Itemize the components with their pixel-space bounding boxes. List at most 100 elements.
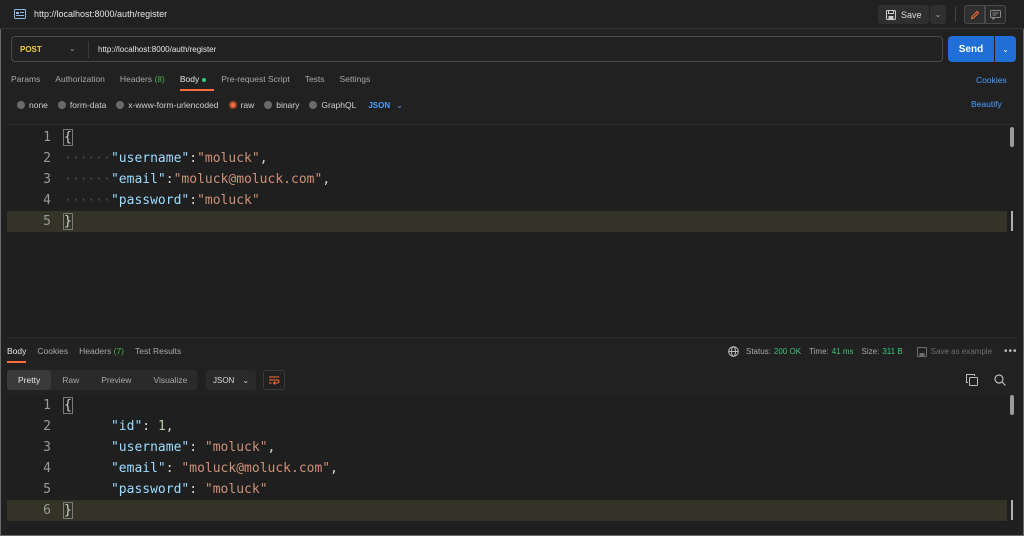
view-visualize[interactable]: Visualize	[142, 370, 198, 390]
brace-close: }	[63, 502, 73, 519]
tab-pre-request-script[interactable]: Pre-request Script	[221, 74, 290, 90]
time-value[interactable]: 41 ms	[832, 347, 854, 356]
comments-button[interactable]	[985, 5, 1006, 24]
url-input[interactable]: http://localhost:8000/auth/register	[98, 45, 216, 54]
size-value[interactable]: 311 B	[882, 347, 902, 356]
code-line: 5 "password": "moluck"	[7, 479, 1007, 500]
body-type-label: raw	[240, 100, 255, 110]
tab-body-label: Body	[179, 74, 200, 84]
json-value: "moluck"	[204, 482, 268, 497]
chevron-down-icon[interactable]: ⌄	[69, 44, 76, 53]
radio-icon	[264, 101, 273, 109]
code-line: 2 "id": 1,	[7, 416, 1007, 437]
json-value: "moluck"	[204, 440, 268, 455]
body-type-raw[interactable]: raw	[228, 100, 255, 110]
code-text: "password": "moluck"	[64, 479, 268, 500]
json-key: "id"	[110, 419, 143, 434]
response-tab-headers[interactable]: Headers (7)	[79, 346, 124, 362]
json-sep: :	[189, 151, 198, 166]
body-type-none[interactable]: none	[17, 100, 48, 110]
line-number: 2	[43, 419, 51, 434]
json-sep: :	[189, 193, 198, 208]
line-number: 6	[43, 503, 51, 518]
save-icon	[886, 9, 896, 20]
body-format-select[interactable]: JSON	[368, 101, 390, 110]
wrap-icon	[269, 376, 280, 385]
save-example-icon	[916, 346, 927, 357]
status-value[interactable]: 200 OK	[774, 347, 801, 356]
body-type-label: form-data	[69, 100, 107, 110]
line-number: 5	[43, 214, 51, 229]
tab-tests[interactable]: Tests	[305, 74, 325, 90]
comment-icon	[990, 9, 1001, 20]
tab-authorization[interactable]: Authorization	[55, 74, 105, 90]
cookies-link[interactable]: Cookies	[976, 75, 1007, 85]
request-tabs: Params Authorization Headers (8) Body Pr…	[11, 74, 385, 91]
search-icon[interactable]	[994, 374, 1006, 386]
beautify-link[interactable]: Beautify	[971, 99, 1002, 109]
code-line: 3 "username": "moluck",	[7, 437, 1007, 458]
json-key: "username"	[110, 440, 190, 455]
wrap-lines-button[interactable]	[263, 370, 285, 390]
viewer-scrollbar[interactable]	[1010, 395, 1014, 415]
tab-body[interactable]: Body	[179, 74, 215, 91]
response-tab-cookies[interactable]: Cookies	[37, 346, 68, 362]
response-tab-test-results[interactable]: Test Results	[135, 346, 181, 362]
response-body-viewer[interactable]: 1 { 2 "id": 1, 3 "username": "moluck", 4…	[7, 395, 1017, 533]
json-value: 1	[157, 419, 166, 434]
line-number: 3	[43, 440, 51, 455]
chevron-down-icon: ⌄	[934, 10, 942, 19]
line-number: 2	[43, 151, 51, 166]
body-type-graphql[interactable]: GraphQL	[309, 100, 356, 110]
method-select[interactable]: POST	[20, 45, 42, 54]
request-body-editor[interactable]: 1 { 2 ······"username":"moluck", 3 ·····…	[7, 124, 1017, 338]
response-format-select[interactable]: JSON ⌄	[206, 370, 256, 390]
viewer-cursor-marker	[1011, 500, 1013, 520]
json-sep: :	[165, 461, 182, 476]
code-text: {	[63, 127, 73, 148]
edit-button[interactable]	[964, 5, 985, 24]
code-text: }	[63, 500, 73, 521]
size-label: Size:	[861, 347, 880, 356]
body-type-urlencoded[interactable]: x-www-form-urlencoded	[116, 100, 219, 110]
url-divider	[88, 41, 89, 58]
response-tab-body[interactable]: Body	[7, 346, 27, 363]
code-text: "email": "moluck@moluck.com",	[64, 458, 338, 479]
tab-params[interactable]: Params	[11, 74, 40, 90]
response-format-label: JSON	[213, 375, 235, 385]
line-number: 4	[43, 461, 51, 476]
json-key: "password"	[110, 482, 190, 497]
code-text: {	[63, 395, 73, 416]
code-text: ······"password":"moluck"	[64, 190, 260, 211]
save-button[interactable]: Save	[878, 5, 929, 24]
whitespace-dots: ······	[64, 193, 111, 208]
chevron-down-icon[interactable]: ⌄	[396, 101, 403, 110]
code-line: 4 "email": "moluck@moluck.com",	[7, 458, 1007, 479]
tab-settings[interactable]: Settings	[340, 74, 371, 90]
body-type-binary[interactable]: binary	[264, 100, 299, 110]
more-icon[interactable]: •••	[1004, 346, 1018, 357]
headers-count: (8)	[154, 74, 165, 84]
top-bar: http://localhost:8000/auth/register Save…	[0, 0, 1024, 29]
send-options-button[interactable]: ⌄	[995, 36, 1016, 62]
body-type-label: binary	[276, 100, 300, 110]
globe-icon[interactable]	[728, 346, 739, 357]
copy-icon[interactable]	[966, 374, 978, 386]
json-value: "moluck@moluck.com"	[181, 461, 331, 476]
save-as-example-button[interactable]: Save as example	[916, 346, 992, 357]
request-icon	[14, 9, 26, 19]
send-button[interactable]: Send	[948, 36, 994, 62]
radio-icon	[309, 101, 318, 109]
response-headers-count: (7)	[113, 346, 124, 356]
view-preview[interactable]: Preview	[90, 370, 142, 390]
view-raw[interactable]: Raw	[51, 370, 90, 390]
radio-icon	[17, 101, 25, 109]
body-type-form-data[interactable]: form-data	[57, 100, 107, 110]
view-pretty[interactable]: Pretty	[7, 370, 52, 390]
save-options-button[interactable]: ⌄	[930, 5, 946, 24]
tab-headers[interactable]: Headers (8)	[120, 74, 165, 90]
code-text: "id": 1,	[64, 416, 174, 437]
editor-scrollbar[interactable]	[1010, 127, 1014, 147]
tab-headers-label: Headers	[119, 74, 153, 84]
